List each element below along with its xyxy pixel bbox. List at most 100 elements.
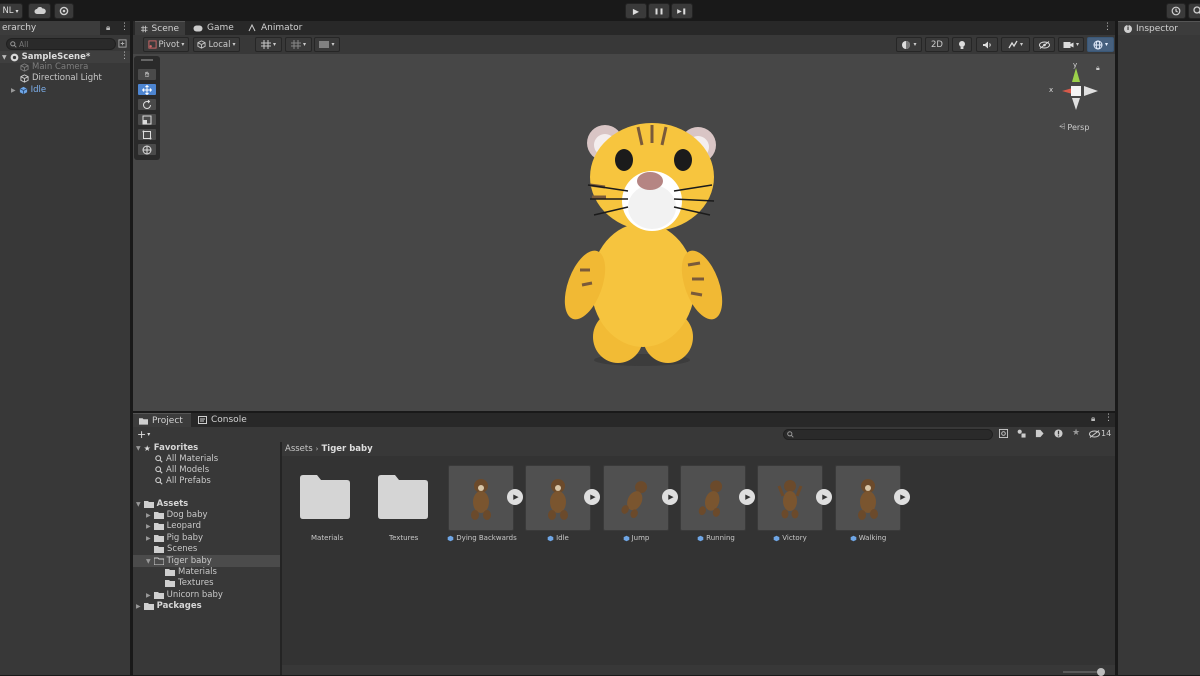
breadcrumb-assets[interactable]: Assets xyxy=(285,444,313,454)
play-preview-button[interactable]: ▶ xyxy=(739,489,755,505)
project-lock-icon[interactable]: 🔒︎ xyxy=(1091,414,1095,424)
tiger-model[interactable] xyxy=(560,115,725,370)
play-button[interactable]: ▶ xyxy=(625,3,647,19)
tree-folder-dog-baby[interactable]: ▶ Dog baby xyxy=(146,510,208,520)
lighting-toggle[interactable] xyxy=(952,37,972,52)
grid-visibility-dropdown[interactable]: ▾ xyxy=(285,37,312,52)
asset-anim-victory[interactable] xyxy=(757,465,823,531)
play-preview-button[interactable]: ▶ xyxy=(894,489,910,505)
collapsed-arrow-icon[interactable]: ▶ xyxy=(146,535,151,542)
filter-by-type-icon[interactable] xyxy=(1017,429,1026,438)
asset-anim-dying-backwards[interactable] xyxy=(448,465,514,531)
hierarchy-item-directional-light[interactable]: Directional Light xyxy=(20,73,102,83)
collapsed-arrow-icon[interactable]: ▶ xyxy=(11,87,16,94)
hierarchy-item-idle[interactable]: ▶ Idle xyxy=(11,85,46,95)
scene-kebab-icon[interactable]: ⋮ xyxy=(1103,22,1112,32)
effects-dropdown[interactable]: ▾ xyxy=(1001,37,1030,52)
filter-by-label-icon[interactable] xyxy=(1035,429,1044,438)
grid-snap-dropdown[interactable]: ▾ xyxy=(255,37,282,52)
gizmos-dropdown[interactable]: ▾ xyxy=(1087,37,1114,52)
hierarchy-panel: erarchy 🔒︎ ⋮ All ▼ SampleScene* ⋮ Main C… xyxy=(0,21,130,675)
kebab-menu-icon[interactable]: ⋮ xyxy=(120,22,129,32)
tree-folder-unicorn-baby[interactable]: ▶ Unicorn baby xyxy=(146,590,223,600)
tree-favorites[interactable]: ▼ ★ Favorites xyxy=(136,443,198,453)
favorite-star-icon[interactable]: ★ xyxy=(1072,428,1080,438)
move-tool-button[interactable] xyxy=(137,83,157,96)
camera-settings-dropdown[interactable]: ▾ xyxy=(1058,37,1084,52)
transform-tool-button[interactable] xyxy=(137,143,157,156)
hand-tool-button[interactable]: ✋︎ xyxy=(137,68,157,81)
log-filter-icon[interactable] xyxy=(1054,429,1063,438)
gizmo-lock-icon[interactable]: 🔒︎ xyxy=(1096,64,1100,73)
create-dropdown-icon[interactable] xyxy=(118,39,127,48)
tree-folder-scenes[interactable]: Scenes xyxy=(154,544,197,554)
expand-arrow-icon[interactable]: ▼ xyxy=(136,445,141,452)
tab-animator[interactable]: Animator xyxy=(242,21,308,35)
tab-project[interactable]: Project xyxy=(133,413,191,427)
toggle-2d-button[interactable]: 2D xyxy=(925,37,949,52)
search-button[interactable] xyxy=(1188,3,1200,19)
hierarchy-search-input[interactable]: All xyxy=(6,38,116,50)
tab-scene[interactable]: Scene xyxy=(135,21,185,35)
hidden-packages-toggle[interactable]: 14 xyxy=(1089,429,1111,438)
perspective-toggle[interactable]: ⩤ Persp xyxy=(1059,122,1089,132)
play-preview-button[interactable]: ▶ xyxy=(584,489,600,505)
pause-button[interactable]: ❚❚ xyxy=(648,3,670,19)
asset-anim-jump[interactable] xyxy=(603,465,669,531)
divider[interactable] xyxy=(280,442,282,675)
collapsed-arrow-icon[interactable]: ▶ xyxy=(146,512,151,519)
cloud-button[interactable] xyxy=(28,3,51,19)
step-button[interactable]: ▶❚ xyxy=(671,3,693,19)
tree-favorite-all-materials[interactable]: All Materials xyxy=(155,454,218,464)
tree-favorite-all-models[interactable]: All Models xyxy=(155,465,209,475)
project-kebab-icon[interactable]: ⋮ xyxy=(1104,413,1113,423)
collapsed-arrow-icon[interactable]: ▶ xyxy=(136,603,141,610)
scene-visibility-toggle[interactable] xyxy=(1033,37,1055,52)
account-dropdown[interactable]: NL ▾ xyxy=(0,3,23,19)
project-search-input[interactable] xyxy=(783,429,993,440)
divider[interactable] xyxy=(133,411,1115,413)
tree-folder-pig-baby[interactable]: ▶ Pig baby xyxy=(146,533,203,543)
create-asset-button[interactable]: + ▾ xyxy=(137,428,150,441)
tree-folder-tiger-baby[interactable]: ▼ Tiger baby xyxy=(146,556,212,566)
collab-settings-button[interactable] xyxy=(54,3,74,19)
expand-arrow-icon[interactable]: ▼ xyxy=(146,558,151,565)
local-toggle[interactable]: Local ▾ xyxy=(193,37,240,52)
tab-game[interactable]: Game xyxy=(187,21,240,35)
tree-folder-tiger-materials[interactable]: Materials xyxy=(165,567,217,577)
rotate-tool-button[interactable] xyxy=(137,98,157,111)
hierarchy-item-main-camera[interactable]: Main Camera xyxy=(20,62,88,72)
play-preview-button[interactable]: ▶ xyxy=(507,489,523,505)
divider[interactable] xyxy=(130,21,133,675)
collapsed-arrow-icon[interactable]: ▶ xyxy=(146,592,151,599)
tab-inspector[interactable]: i Inspector xyxy=(1118,21,1200,35)
tool-palette-handle[interactable] xyxy=(141,59,153,61)
scene-menu-icon[interactable]: ⋮ xyxy=(120,51,129,61)
draw-mode-dropdown[interactable]: ▾ xyxy=(896,37,922,52)
collapsed-arrow-icon[interactable]: ▶ xyxy=(146,523,151,530)
increment-snap-dropdown[interactable]: ▾ xyxy=(314,37,340,52)
breadcrumb-current[interactable]: Tiger baby xyxy=(321,444,372,454)
tree-packages[interactable]: ▶ Packages xyxy=(136,601,202,611)
undo-history-button[interactable] xyxy=(1166,3,1186,19)
hierarchy-tab[interactable]: erarchy xyxy=(0,21,100,35)
asset-anim-running[interactable] xyxy=(680,465,746,531)
asset-anim-idle[interactable] xyxy=(525,465,591,531)
tab-console[interactable]: Console xyxy=(192,413,253,427)
scale-tool-button[interactable] xyxy=(137,113,157,126)
audio-toggle[interactable] xyxy=(976,37,998,52)
play-preview-button[interactable]: ▶ xyxy=(662,489,678,505)
tree-assets[interactable]: ▼ Assets xyxy=(136,499,188,509)
tree-folder-tiger-textures[interactable]: Textures xyxy=(165,578,214,588)
rect-tool-button[interactable] xyxy=(137,128,157,141)
play-preview-button[interactable]: ▶ xyxy=(816,489,832,505)
tree-favorite-all-prefabs[interactable]: All Prefabs xyxy=(155,476,211,486)
search-by-type-icon[interactable] xyxy=(999,429,1008,438)
expand-arrow-icon[interactable]: ▼ xyxy=(136,501,141,508)
divider[interactable] xyxy=(1115,21,1118,675)
asset-anim-walking[interactable] xyxy=(835,465,901,531)
pivot-toggle[interactable]: Pivot ▾ xyxy=(143,37,189,52)
tree-folder-leopard[interactable]: ▶ Leopard xyxy=(146,521,201,531)
lock-icon[interactable]: 🔒︎ xyxy=(106,23,110,33)
expand-arrow-icon[interactable]: ▼ xyxy=(2,54,7,61)
